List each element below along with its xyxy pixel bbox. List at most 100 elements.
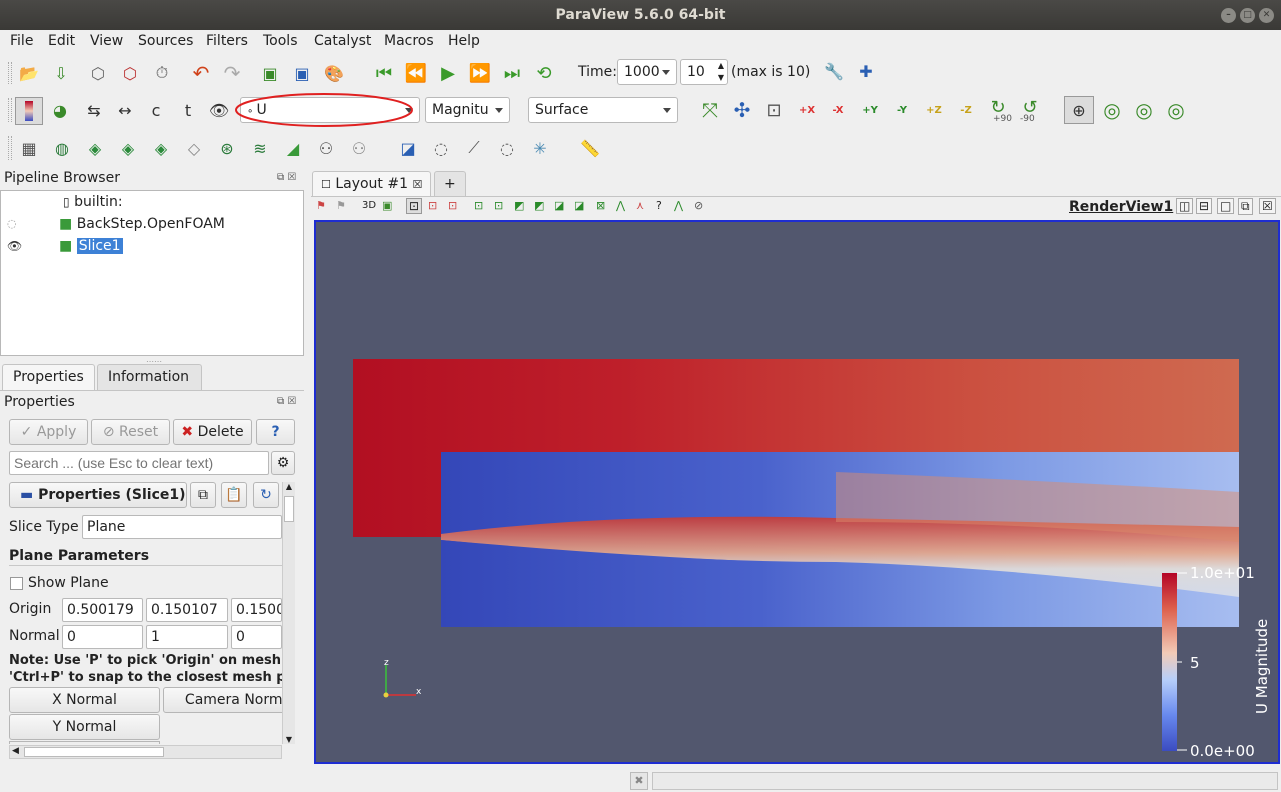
camera-redo-icon[interactable]: ▣ — [290, 61, 314, 85]
clear-selection-icon[interactable]: ⊘ — [694, 199, 703, 212]
calculator-icon[interactable]: ▦ — [17, 136, 41, 160]
group-datasets-icon[interactable]: ⚇ — [314, 136, 338, 160]
rescale-visible-icon[interactable]: 👁 — [207, 98, 231, 122]
camera-normal-button[interactable]: Camera Norma — [163, 687, 282, 713]
tab-layout-1[interactable]: ☐ Layout #1 ☒ — [312, 171, 432, 197]
advanced-settings-icon[interactable]: ⚙ — [271, 451, 295, 475]
scroll-down-icon[interactable]: ▼ — [283, 735, 295, 744]
select-blocks-icon[interactable]: ◪ — [554, 199, 564, 212]
view-minus-z-icon[interactable]: -Z — [954, 98, 978, 122]
eye-visible-icon[interactable]: 👁 — [7, 239, 22, 253]
scroll-left-icon[interactable]: ◀ — [12, 746, 19, 756]
slice-type-combo[interactable]: Plane — [82, 515, 282, 539]
scroll-up-icon[interactable]: ▲ — [283, 482, 295, 491]
maximize-view-icon[interactable]: □ — [1217, 198, 1235, 214]
edit-color-map-icon[interactable]: ◕ — [48, 98, 72, 122]
connect-icon[interactable]: ⬡ — [86, 61, 110, 85]
plot-over-time-icon[interactable]: ◌ — [429, 136, 453, 160]
undo-icon[interactable]: ↶ — [189, 61, 213, 85]
reset-range-icon[interactable]: ⇆ — [82, 98, 106, 122]
toolbar-grip[interactable] — [8, 136, 12, 160]
x-normal-button[interactable]: X Normal — [9, 687, 160, 713]
reset-button[interactable]: ⊘ Reset — [91, 419, 170, 445]
split-vertical-icon[interactable]: ⊟ — [1196, 198, 1213, 214]
copy-params-icon[interactable]: ⧉ — [190, 482, 216, 508]
apply-button[interactable]: ✓ Apply — [9, 419, 88, 445]
redo-icon[interactable]: ↷ — [220, 61, 244, 85]
ruler-icon[interactable]: 📏 — [578, 136, 602, 160]
restore-defaults-icon[interactable]: ↻ — [253, 482, 279, 508]
slice-icon[interactable]: ◈ — [116, 136, 140, 160]
properties-section-header[interactable]: ▬ Properties (Slice1) — [9, 482, 187, 508]
render-canvas[interactable]: z x 1.0e+01 5 0.0e+00 U Magnitude — [316, 222, 1278, 762]
close-view-icon[interactable]: ☒ — [1259, 198, 1276, 214]
component-combo[interactable]: Magnitu — [425, 97, 510, 123]
plot-data-icon[interactable]: ◌ — [495, 136, 519, 160]
help-button[interactable]: ? — [256, 419, 295, 445]
last-frame-icon[interactable]: ⏭ — [500, 61, 524, 85]
close-tab-icon[interactable]: ☒ — [412, 178, 422, 191]
disconnect-icon[interactable]: ⬡ — [118, 61, 142, 85]
eye-hidden-icon[interactable]: ◌ — [7, 217, 17, 230]
glyph-icon[interactable]: ⊛ — [215, 136, 239, 160]
camera-undo-icon[interactable]: ▣ — [258, 61, 282, 85]
toolbar-grip[interactable] — [8, 98, 12, 122]
view-minus-y-icon[interactable]: -Y — [890, 98, 914, 122]
zoom-to-box-icon[interactable]: ⊡ — [762, 98, 786, 122]
previous-frame-icon[interactable]: ⏪ — [404, 61, 428, 85]
reset-center-icon[interactable]: ◎ — [1100, 98, 1124, 122]
toolbar-grip[interactable] — [8, 62, 12, 84]
play-icon[interactable]: ▶ — [436, 61, 460, 85]
normal-z-input[interactable]: 0 — [231, 625, 282, 649]
minimize-icon[interactable]: – — [1221, 8, 1236, 23]
tab-information[interactable]: Information — [97, 364, 202, 390]
hover-cells-icon[interactable]: ⋏ — [636, 199, 644, 212]
interactive-select-cells-icon[interactable]: ◪ — [574, 199, 584, 212]
show-plane-checkbox[interactable] — [10, 577, 23, 590]
pipeline-panel-buttons[interactable]: ⧉ ☒ — [277, 172, 296, 183]
save-data-icon[interactable]: ⇩ — [49, 61, 73, 85]
origin-x-input[interactable]: 0.500179 — [62, 598, 143, 622]
view-plus-z-icon[interactable]: +Z — [922, 98, 946, 122]
zoom-to-data-icon[interactable]: ✣ — [730, 98, 754, 122]
menu-sources[interactable]: Sources — [138, 33, 193, 49]
view-plus-x-icon[interactable]: +X — [795, 98, 819, 122]
time-value-combo[interactable]: 1000 — [617, 59, 677, 85]
time-step-spinbox[interactable]: 10 ▲ ▼ — [680, 59, 728, 85]
tab-properties[interactable]: Properties — [2, 364, 95, 390]
properties-scrollbar[interactable]: ▲ ▼ — [282, 482, 295, 744]
maximize-icon[interactable]: □ — [1240, 8, 1255, 23]
y-normal-button[interactable]: Y Normal — [9, 714, 160, 740]
extract-subset-icon[interactable]: ◇ — [182, 136, 206, 160]
camera-link-icon[interactable]: ⚑ — [336, 199, 346, 212]
center-axes-visibility-icon[interactable]: ⊕ — [1064, 96, 1094, 124]
render-view[interactable]: z x 1.0e+01 5 0.0e+00 U Magnitude — [314, 220, 1280, 764]
interactive-select-points-icon[interactable]: ⊠ — [596, 199, 605, 212]
rescale-custom-icon[interactable]: ↔ — [113, 98, 137, 122]
menu-file[interactable]: File — [10, 33, 33, 49]
toggle-3d-button[interactable]: 3D — [362, 200, 376, 211]
menu-tools[interactable]: Tools — [263, 33, 298, 49]
undock-view-icon[interactable]: ⧉ — [1238, 198, 1253, 215]
origin-z-input[interactable]: 0.1500 — [231, 598, 282, 622]
hscrollbar-thumb[interactable] — [24, 747, 164, 757]
grow-selection-icon[interactable]: ⋀ — [674, 199, 683, 212]
select-frustum-points-icon[interactable]: ⊡ — [494, 199, 503, 212]
pipeline-item-builtin[interactable]: ▯ builtin: — [63, 191, 123, 213]
extract-selection-icon[interactable]: ◪ — [396, 136, 420, 160]
z-normal-button-partial[interactable] — [9, 741, 160, 744]
select-frustum-cells-icon[interactable]: ⊡ — [474, 199, 483, 212]
menu-edit[interactable]: Edit — [48, 33, 75, 49]
rescale-temporal-icon[interactable]: t — [176, 98, 200, 122]
reset-camera-icon[interactable]: ⤧ — [698, 98, 722, 122]
contour-icon[interactable]: ◍ — [50, 136, 74, 160]
rescale-custom-c-icon[interactable]: c — [144, 98, 168, 122]
pick-center-icon[interactable]: ◎ — [1132, 98, 1156, 122]
properties-search-input[interactable] — [9, 451, 269, 475]
menu-macros[interactable]: Macros — [384, 33, 434, 49]
next-frame-icon[interactable]: ⏩ — [468, 61, 492, 85]
paste-params-icon[interactable]: 📋 — [221, 482, 247, 508]
python-shell-icon[interactable]: 🔧 — [822, 59, 846, 83]
interaction-mode-icon[interactable]: ⊡ — [406, 198, 423, 214]
add-layout-button[interactable]: + — [434, 171, 466, 197]
